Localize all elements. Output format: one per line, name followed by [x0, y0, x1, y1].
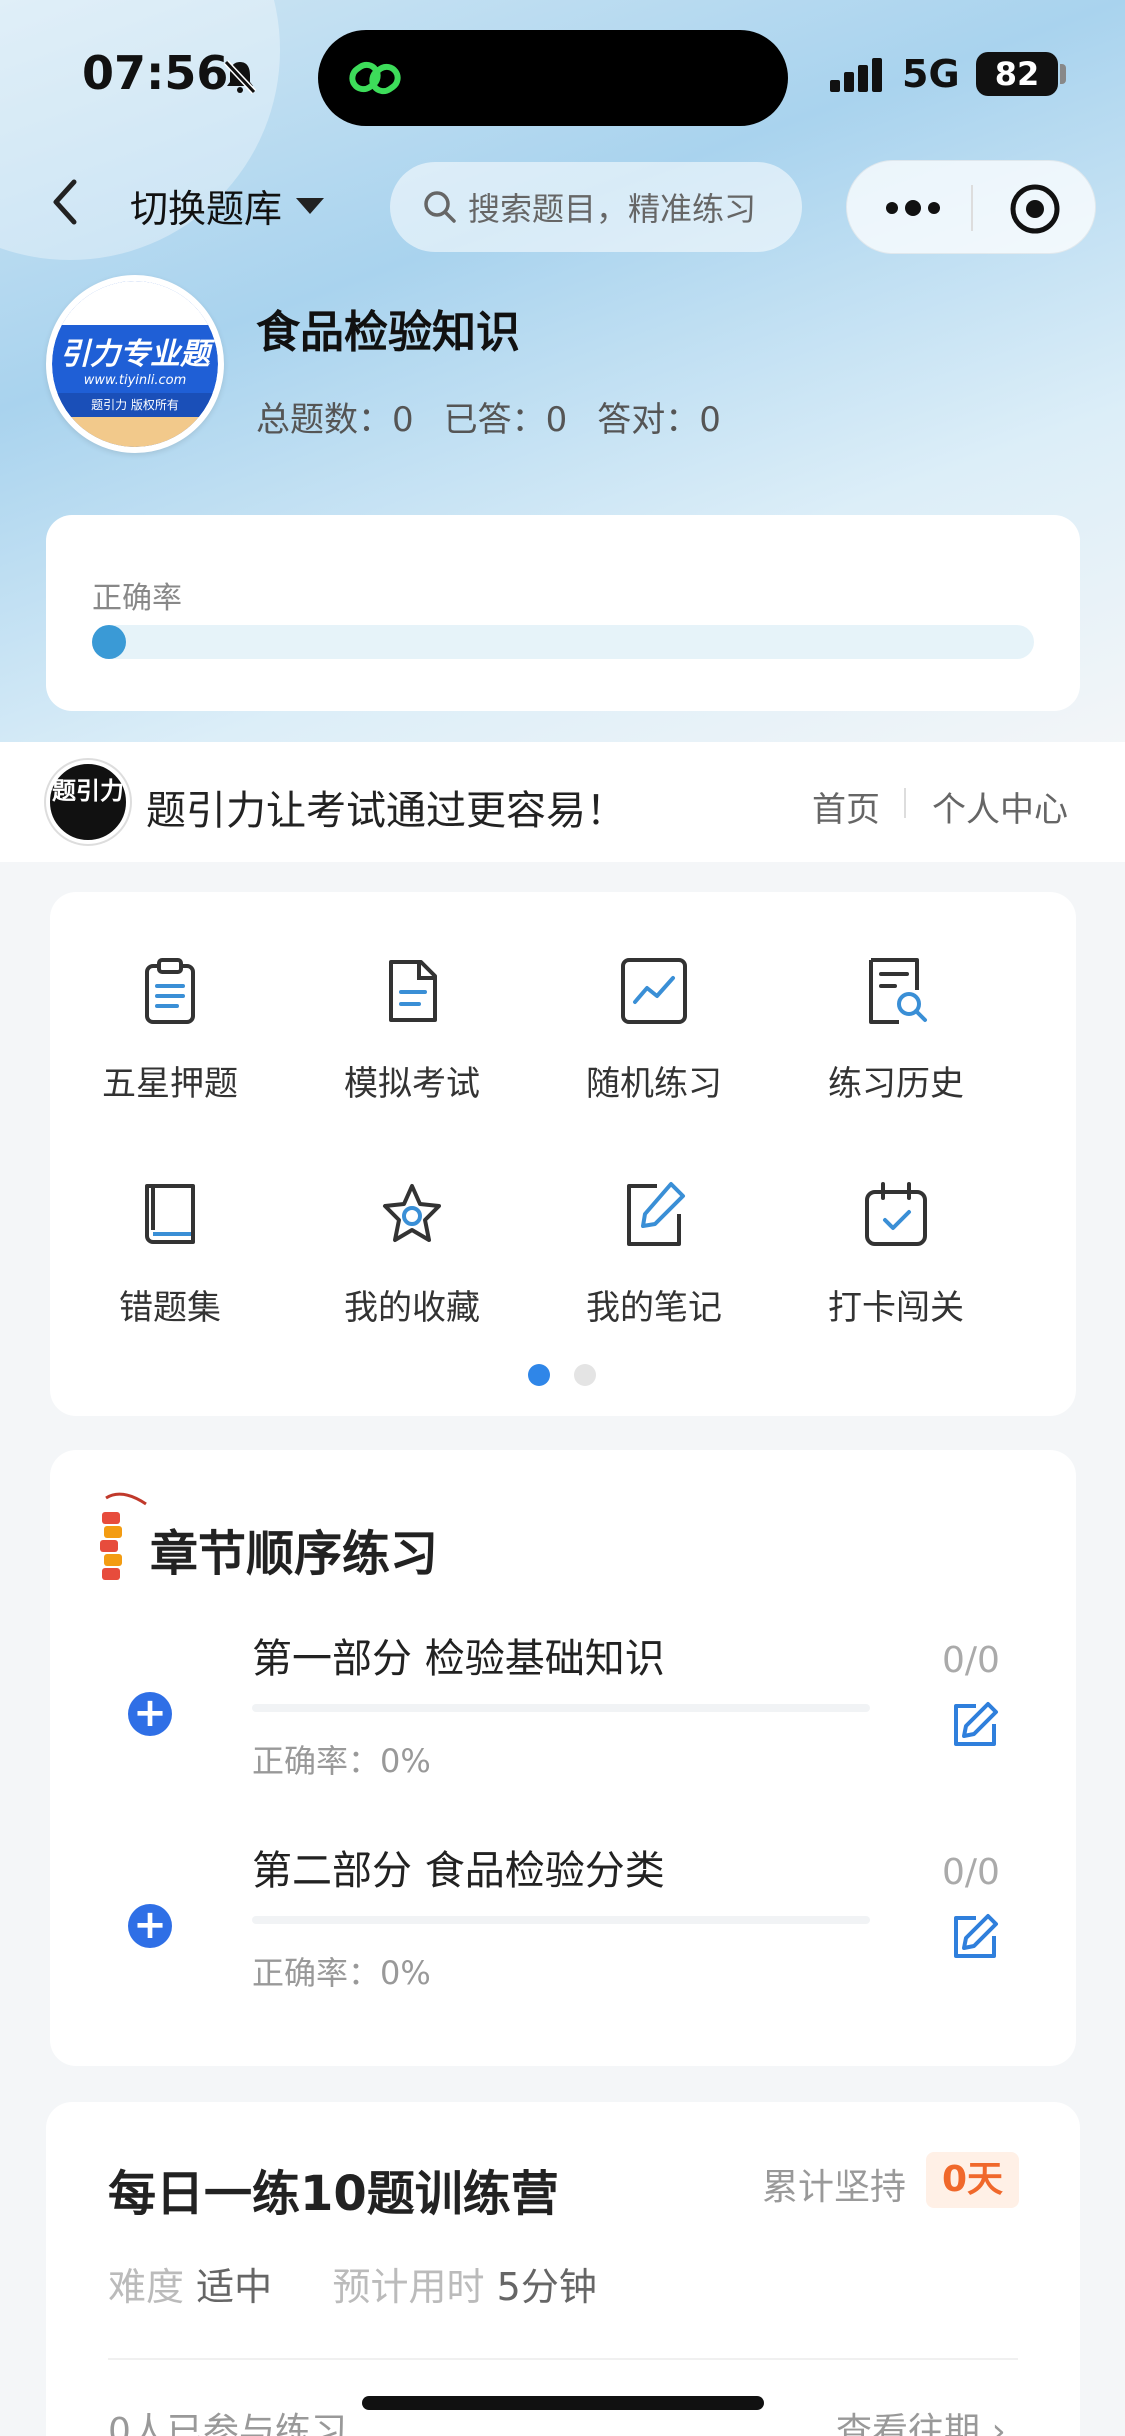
signal-icon [830, 58, 882, 92]
tool-check-in[interactable]: 打卡闯关 [776, 1178, 1016, 1329]
dynamic-island [318, 30, 788, 126]
network-type: 5G [902, 52, 960, 96]
link-divider [904, 788, 906, 818]
pager-dot[interactable] [574, 1364, 596, 1386]
daily-title: 每日一练10题训练营 [108, 2166, 559, 2222]
bank-logo: 引力专业题 www.tiyinli.com 题引力 版权所有 [46, 275, 224, 453]
chapter-practice-card: 章节顺序练习 + 第一部分 检验基础知识 正确率：0% 0/0 + 第二部分 食… [50, 1450, 1076, 2066]
search-placeholder: 搜索题目，精准练习 [468, 190, 757, 228]
persist-badge: 0天 [926, 2152, 1020, 2208]
correct-count: 答对：0 [597, 400, 721, 440]
firecracker-icon [100, 1492, 147, 1580]
edit-icon[interactable] [950, 1700, 1000, 1750]
edit-icon[interactable] [950, 1912, 1000, 1962]
logo-url: www.tiyinli.com [83, 373, 187, 388]
document-icon [389, 960, 437, 1022]
tool-label: 模拟考试 [344, 1064, 480, 1104]
time-value: 5分钟 [496, 2265, 597, 2309]
tool-favorites[interactable]: 我的收藏 [292, 1178, 532, 1329]
switch-bank-label: 切换题库 [130, 187, 283, 231]
tool-label: 随机练习 [586, 1064, 722, 1104]
clock: 07:56 [82, 46, 229, 100]
logo-title: 引力专业题 [60, 337, 210, 372]
brand-logo: 题引力 [46, 760, 130, 844]
tools-card: 五星押题 模拟考试 随机练习 练习历史 错题集 我的收藏 我的笔记 打卡闯关 [50, 892, 1076, 1416]
chapter-count: 0/0 [942, 1852, 1000, 1893]
divider [108, 2358, 1018, 2360]
participants-count: 0人已参与练习 [108, 2411, 347, 2436]
logo-band: 题引力 版权所有 [52, 393, 218, 417]
chapter-section-title: 章节顺序练习 [150, 1526, 439, 1582]
switch-bank-button[interactable]: 切换题库 [130, 178, 325, 233]
tool-label: 错题集 [119, 1288, 221, 1328]
mini-program-capsule [846, 160, 1096, 254]
capsule-divider [971, 185, 973, 231]
book-icon [145, 1184, 195, 1244]
tool-label: 打卡闯关 [828, 1288, 964, 1328]
home-link[interactable]: 首页 [812, 782, 880, 831]
note-edit-icon [627, 1182, 685, 1246]
close-target-icon[interactable] [1009, 183, 1061, 235]
chapter-progress-track [252, 1704, 870, 1712]
tool-mock-exam[interactable]: 模拟考试 [292, 954, 532, 1105]
user-center-link[interactable]: 个人中心 [932, 782, 1068, 831]
link-chain-icon [349, 61, 401, 95]
caret-down-icon [296, 197, 325, 214]
search-input[interactable]: 搜索题目，精准练习 [390, 162, 802, 252]
battery-tip [1060, 64, 1066, 84]
history-search-icon [869, 958, 927, 1024]
clipboard-icon [145, 958, 195, 1024]
bank-stats: 总题数：0 已答：0 答对：0 [256, 392, 721, 441]
accuracy-progress-fill [92, 625, 126, 659]
view-past-label: 查看往期 [836, 2411, 981, 2436]
daily-meta: 难度 适中 预计用时 5分钟 [108, 2256, 597, 2311]
tool-five-star[interactable]: 五星押题 [50, 954, 290, 1105]
calendar-check-icon [865, 1182, 927, 1246]
slogan-bar: 题引力 题引力让考试通过更容易！ 首页 个人中心 [0, 742, 1125, 862]
battery-level: 82 [976, 52, 1058, 96]
expand-plus-icon[interactable]: + [128, 1692, 172, 1736]
status-bar: 07:56 5G 82 [0, 0, 1125, 150]
tool-label: 我的收藏 [344, 1288, 480, 1328]
difficulty-value: 适中 [196, 2265, 273, 2309]
accuracy-label: 正确率 [92, 581, 182, 616]
chapter-accuracy: 正确率：0% [252, 1954, 431, 1992]
total-count: 总题数：0 [256, 400, 414, 440]
chapter-count: 0/0 [942, 1640, 1000, 1681]
silent-bell-icon [223, 59, 257, 95]
slogan-text: 题引力让考试通过更容易！ [146, 788, 626, 834]
tool-random-practice[interactable]: 随机练习 [534, 954, 774, 1105]
tool-label: 练习历史 [828, 1064, 964, 1104]
chapter-accuracy: 正确率：0% [252, 1742, 431, 1780]
star-icon [383, 1184, 441, 1242]
search-icon [424, 191, 456, 223]
daily-practice-card[interactable]: 每日一练10题训练营 累计坚持 0天 难度 适中 预计用时 5分钟 0人已参与练… [46, 2102, 1080, 2436]
pager-dots [528, 1364, 596, 1386]
chapter-name: 第二部分 食品检验分类 [252, 1848, 665, 1894]
view-past-link[interactable]: 查看往期 › [836, 2402, 1006, 2436]
back-arrow-icon[interactable] [44, 172, 88, 232]
accuracy-card: 正确率 [46, 515, 1080, 711]
more-dots-icon[interactable] [883, 191, 943, 225]
tool-practice-history[interactable]: 练习历史 [776, 954, 1016, 1105]
time-label: 预计用时 [332, 2265, 485, 2309]
tool-label: 五星押题 [102, 1064, 238, 1104]
bank-name: 食品检验知识 [256, 307, 520, 358]
pager-dot[interactable] [528, 1364, 550, 1386]
accuracy-progress-track [92, 625, 1034, 659]
persist-label: 累计坚持 [762, 2167, 907, 2208]
home-indicator [362, 2396, 764, 2410]
difficulty-label: 难度 [108, 2265, 185, 2309]
answered-count: 已答：0 [443, 400, 568, 440]
tool-wrong-questions[interactable]: 错题集 [50, 1178, 290, 1329]
chapter-progress-track [252, 1916, 870, 1924]
trend-chart-icon [621, 958, 687, 1024]
tool-label: 我的笔记 [586, 1288, 722, 1328]
tool-notes[interactable]: 我的笔记 [534, 1178, 774, 1329]
chapter-row[interactable]: + 第一部分 检验基础知识 正确率：0% 0/0 [50, 1626, 1076, 1806]
expand-plus-icon[interactable]: + [128, 1904, 172, 1948]
chapter-name: 第一部分 检验基础知识 [252, 1636, 665, 1682]
chapter-row[interactable]: + 第二部分 食品检验分类 正确率：0% 0/0 [50, 1838, 1076, 2018]
